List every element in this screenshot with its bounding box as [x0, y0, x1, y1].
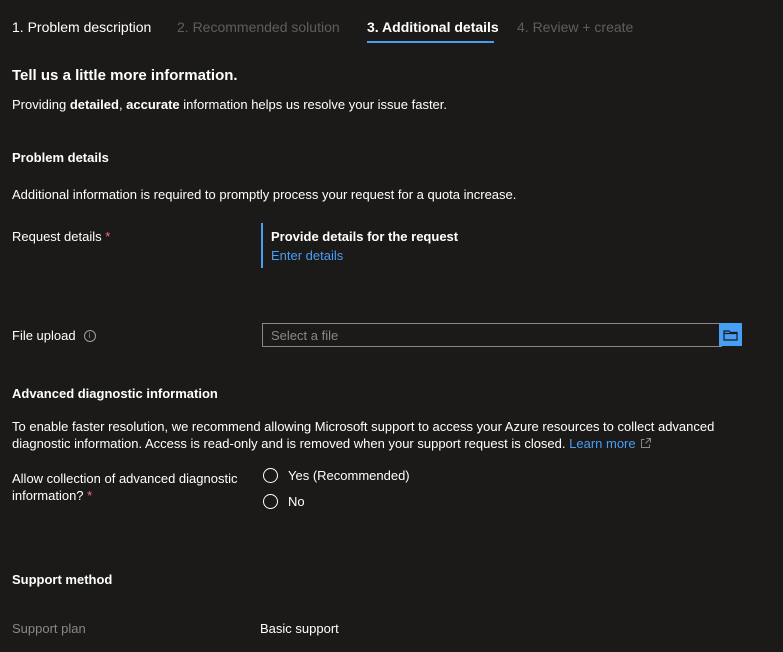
radio-circle[interactable]	[263, 493, 278, 509]
learn-more-link[interactable]: Learn more	[569, 436, 651, 451]
tab-problem-description[interactable]: 1. Problem description	[12, 18, 151, 36]
request-details-title: Provide details for the request	[271, 229, 459, 244]
additional-details-page: 1. Problem description 2. Recommended so…	[0, 0, 783, 652]
file-upload-label-text: File upload	[12, 328, 76, 343]
tab-additional-details[interactable]: 3. Additional details	[367, 18, 499, 36]
problem-details-heading: Problem details	[12, 150, 109, 165]
required-marker: *	[87, 488, 93, 503]
advanced-diagnostic-text-line2: diagnostic information. Access is read-o…	[12, 435, 651, 452]
radio-yes-recommended[interactable]: Yes (Recommended)	[263, 466, 410, 484]
intro-text-suffix: information helps us resolve your issue …	[179, 97, 448, 112]
intro-text-prefix: Providing	[12, 97, 70, 112]
support-method-heading: Support method	[12, 572, 113, 587]
required-marker: *	[105, 229, 111, 244]
tab-recommended-solution[interactable]: 2. Recommended solution	[177, 18, 340, 36]
external-link-icon	[640, 438, 651, 448]
radio-label-no: No	[288, 493, 305, 509]
folder-icon	[723, 330, 738, 341]
browse-file-button[interactable]	[719, 323, 742, 346]
request-details-label: Request details *	[12, 228, 110, 245]
wizard-tabs: 1. Problem description 2. Recommended so…	[0, 0, 783, 44]
radio-circle[interactable]	[263, 467, 278, 483]
allow-collection-label-line2-text: information?	[12, 488, 84, 503]
request-details-label-text: Request details	[12, 229, 102, 244]
intro-bold-accurate: accurate	[126, 97, 180, 112]
learn-more-link-text[interactable]: Learn more	[569, 436, 635, 451]
tab-review-create[interactable]: 4. Review + create	[517, 18, 633, 36]
allow-collection-label-line1: Allow collection of advanced diagnostic	[12, 471, 238, 486]
problem-details-description: Additional information is required to pr…	[12, 187, 517, 202]
request-details-accent-bar	[261, 223, 263, 268]
radio-no[interactable]: No	[263, 492, 305, 510]
intro-bold-detailed: detailed	[69, 97, 119, 112]
intro-text: Providing detailed, accurate information…	[12, 96, 447, 113]
support-plan-value: Basic support	[260, 621, 339, 636]
enter-details-link[interactable]: Enter details	[271, 247, 343, 264]
advanced-diagnostic-text-line1: To enable faster resolution, we recommen…	[12, 419, 715, 434]
support-plan-label: Support plan	[12, 621, 86, 636]
radio-label-yes: Yes (Recommended)	[288, 467, 410, 483]
allow-collection-label-line2: information? *	[12, 487, 92, 504]
advanced-diagnostic-heading: Advanced diagnostic information	[12, 386, 218, 401]
active-tab-indicator	[367, 41, 494, 43]
file-upload-label: File upload i	[12, 327, 96, 344]
advanced-diagnostic-line2-text: diagnostic information. Access is read-o…	[12, 436, 566, 451]
file-select-input[interactable]	[262, 323, 722, 347]
info-icon[interactable]: i	[83, 329, 96, 342]
page-title: Tell us a little more information.	[12, 67, 238, 84]
